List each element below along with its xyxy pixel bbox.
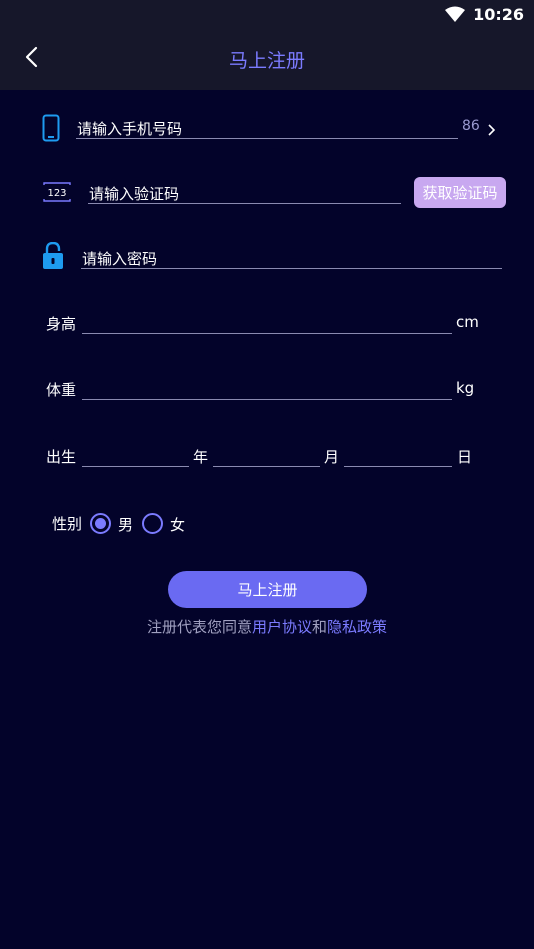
status-right: 10:26 [445,4,524,24]
nav-bar: 马上注册 [0,28,534,90]
height-input[interactable] [82,333,452,334]
birth-day-unit: 日 [457,448,473,466]
code-input[interactable]: 请输入验证码 [89,183,179,204]
height-unit: cm [456,313,479,331]
register-button[interactable]: 马上注册 [168,571,367,608]
password-underline [81,268,502,269]
birth-year-input[interactable] [82,466,189,467]
gender-male-label[interactable]: 男 [118,514,133,535]
terms-link[interactable]: 用户协议 [252,618,312,636]
get-code-button[interactable]: 获取验证码 [414,177,506,208]
gender-female-radio[interactable] [142,513,163,534]
gender-male-radio[interactable] [90,513,111,534]
gender-label: 性别 [52,515,83,533]
phone-input[interactable]: 请输入手机号码 [77,118,182,139]
status-time: 10:26 [473,4,524,24]
page-title: 马上注册 [228,50,305,72]
status-bar: 10:26 [0,0,534,28]
phone-underline [76,138,458,139]
birth-day-input[interactable] [344,466,452,467]
code-underline [88,203,401,204]
country-code[interactable]: 86 [462,118,480,134]
birth-month-unit: 月 [324,448,340,466]
chevron-right-icon[interactable] [488,121,496,140]
birth-month-input[interactable] [213,466,320,467]
weight-unit: kg [456,379,475,397]
weight-input[interactable] [82,399,452,400]
code-icon-text: 123 [47,188,66,199]
weight-label: 体重 [46,381,77,399]
agreement-text: 注册代表您同意用户协议和隐私政策 [0,616,534,637]
verification-code-icon: 123 [43,182,71,202]
birth-label: 出生 [46,448,77,466]
height-label: 身高 [46,315,77,333]
agreement-prefix: 注册代表您同意 [146,618,252,636]
password-input[interactable]: 请输入密码 [82,248,157,269]
phone-icon [42,114,60,142]
wifi-icon [445,6,466,22]
privacy-link[interactable]: 隐私政策 [327,618,387,636]
birth-year-unit: 年 [193,448,209,466]
agreement-and: 和 [312,618,328,636]
lock-icon [42,242,64,270]
gender-female-label[interactable]: 女 [170,514,185,535]
